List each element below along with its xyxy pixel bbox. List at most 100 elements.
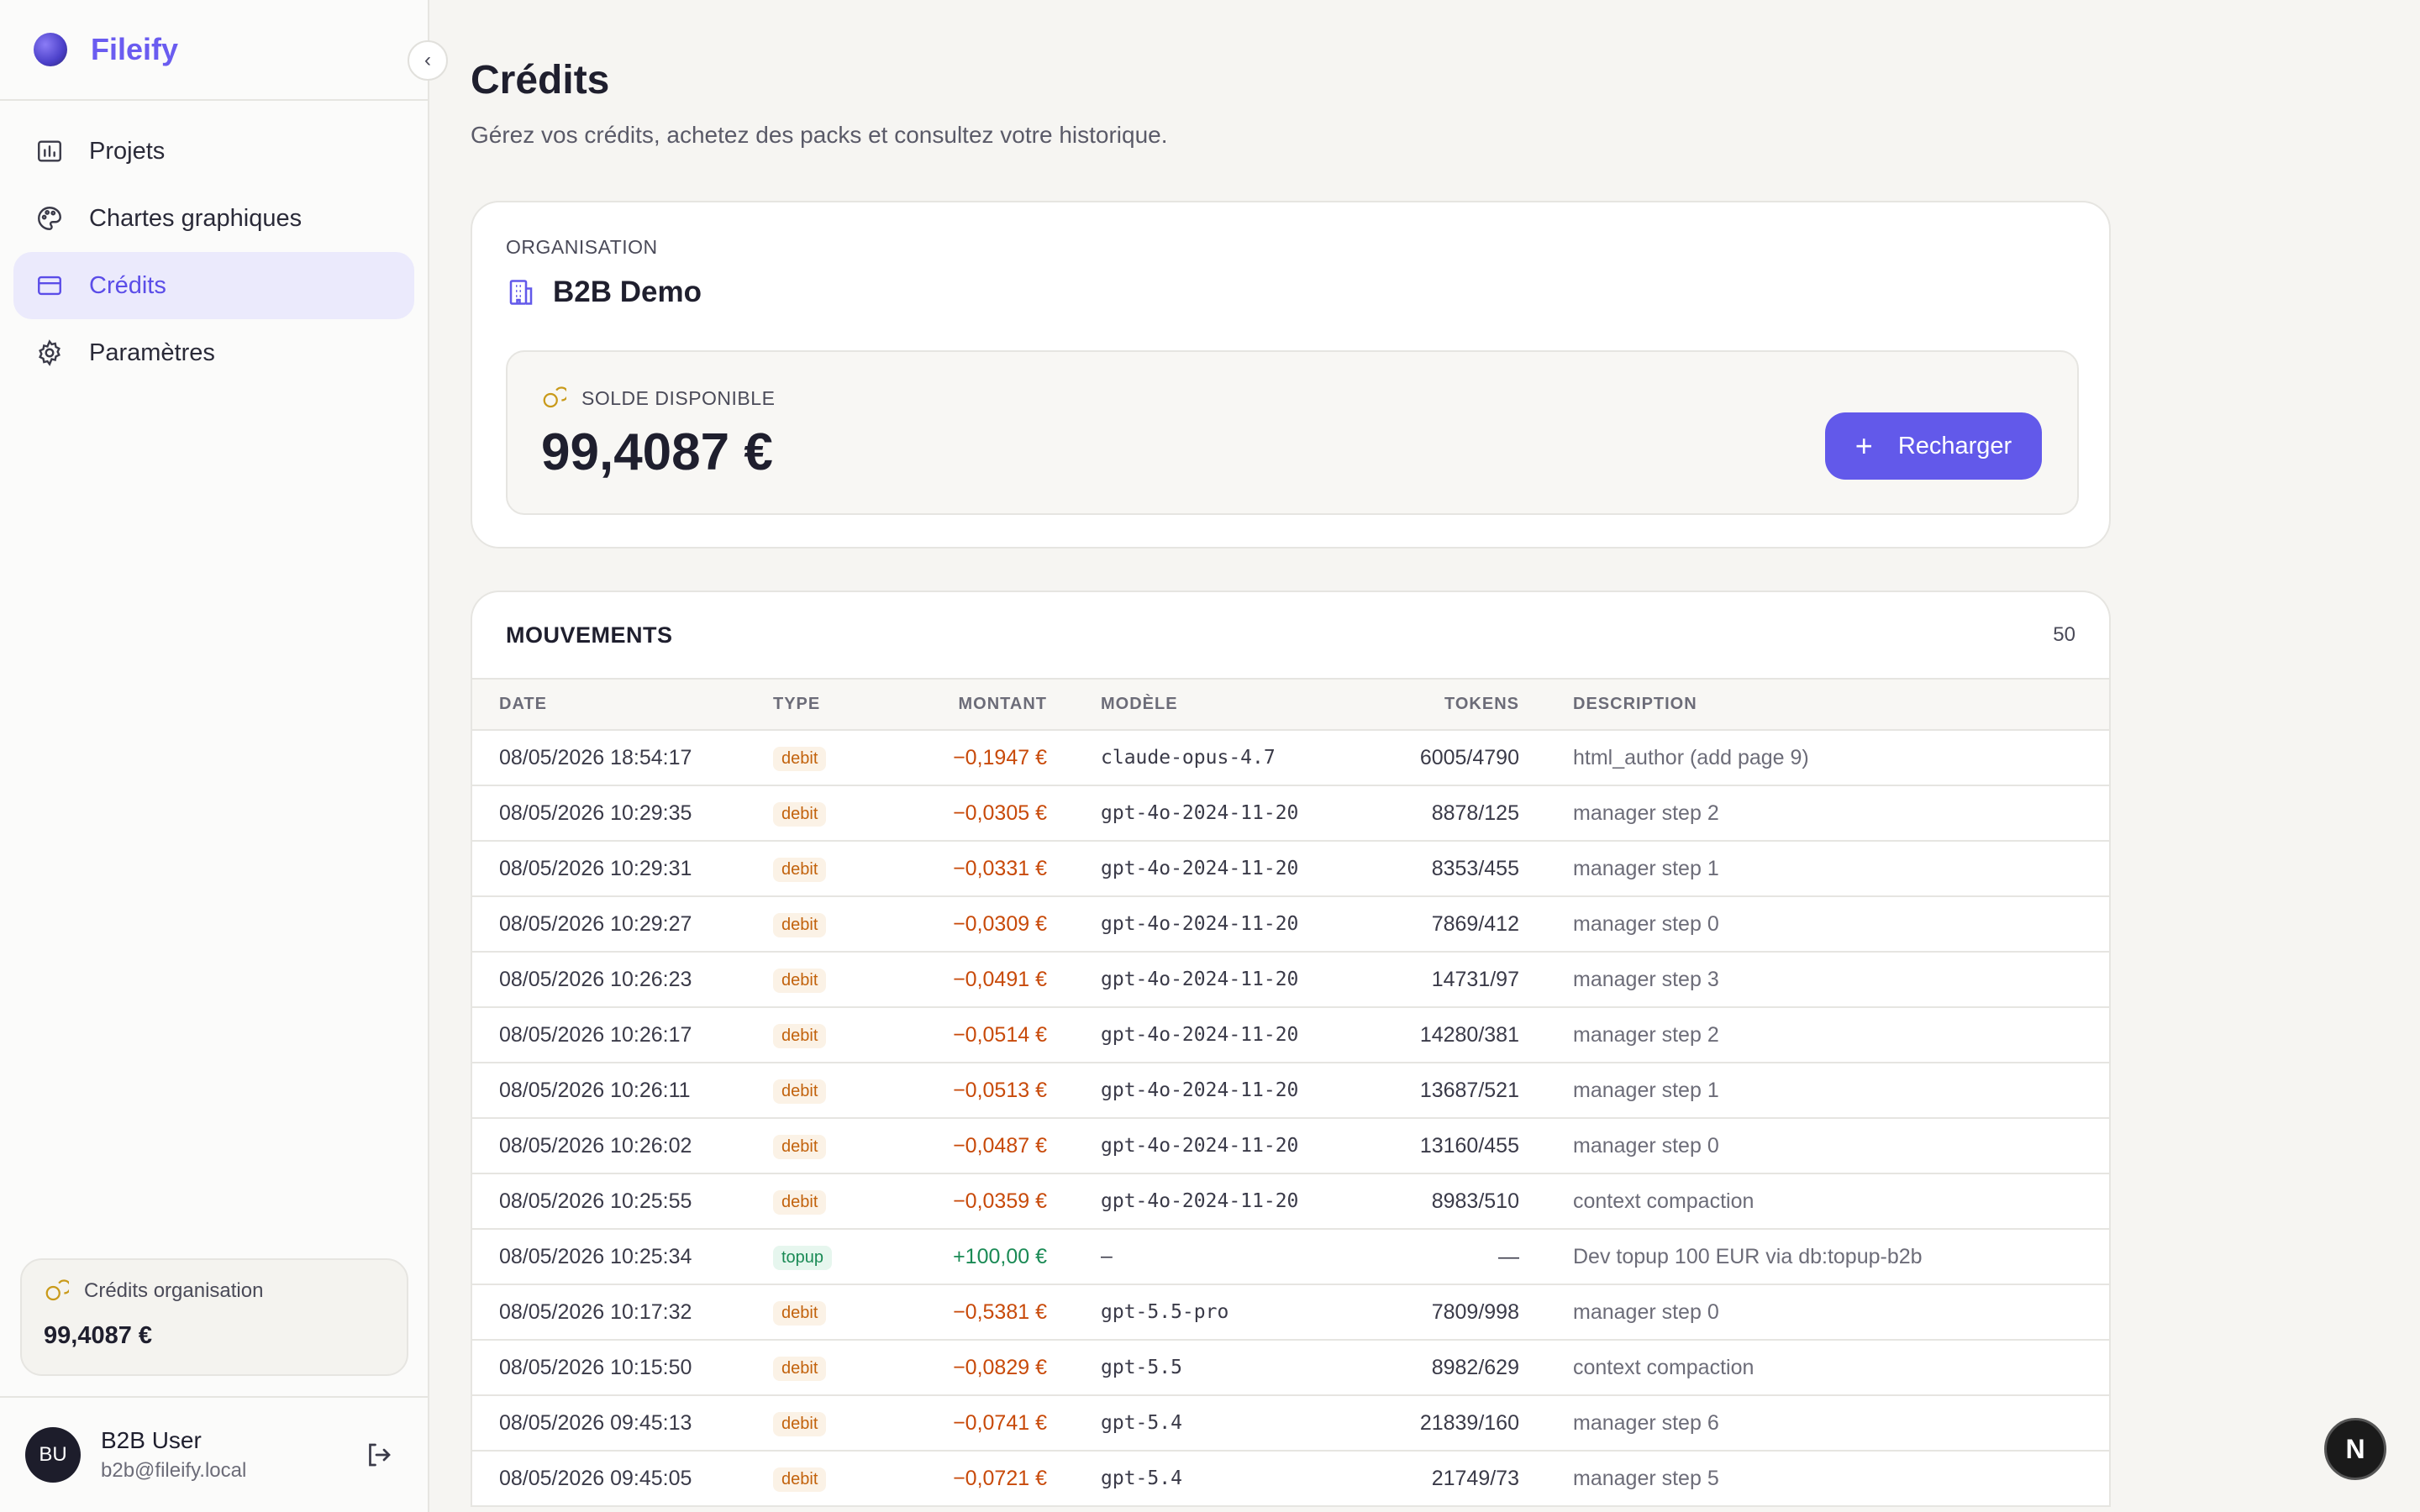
cell-model: gpt-5.5 (1047, 1340, 1324, 1396)
logout-icon[interactable] (364, 1440, 394, 1470)
cell-date: 08/05/2026 18:54:17 (472, 730, 773, 786)
cell-amount: −0,0359 € (908, 1173, 1047, 1230)
recharge-label: Recharger (1897, 432, 2012, 459)
cell-model: gpt-4o-2024-11-20 (1047, 1173, 1324, 1230)
cell-date: 08/05/2026 10:25:34 (472, 1229, 773, 1285)
movements-title: MOUVEMENTS (506, 622, 673, 648)
cell-model: claude-opus-4.7 (1047, 730, 1324, 786)
column-header-tokens: TOKENS (1324, 680, 1519, 731)
table-row: 08/05/2026 10:29:35 debit −0,0305 € gpt-4o-… (472, 785, 2109, 842)
cell-amount: −0,0305 € (908, 785, 1047, 842)
cell-tokens: 8878/125 (1324, 785, 1519, 842)
cell-model: gpt-4o-2024-11-20 (1047, 1007, 1324, 1063)
type-badge: debit (773, 1189, 827, 1215)
cell-amount: −0,0513 € (908, 1063, 1047, 1119)
cell-tokens: 6005/4790 (1324, 730, 1519, 786)
organisation-card: ORGANISATION B2B Demo SOLDE DISPONIBLE 9… (471, 201, 2111, 549)
cell-date: 08/05/2026 10:29:31 (472, 841, 773, 897)
cell-date: 08/05/2026 09:45:13 (472, 1395, 773, 1452)
type-badge: debit (773, 1023, 827, 1048)
cell-date: 08/05/2026 10:17:32 (472, 1284, 773, 1341)
table-row: 08/05/2026 10:26:17 debit −0,0514 € gpt-4o-… (472, 1007, 2109, 1063)
cell-amount: +100,00 € (908, 1229, 1047, 1285)
cell-description: manager step 5 (1519, 1451, 2109, 1507)
cell-date: 08/05/2026 10:15:50 (472, 1340, 773, 1396)
recharge-button[interactable]: + Recharger (1825, 412, 2042, 480)
balance-label: SOLDE DISPONIBLE (581, 386, 776, 409)
column-header-type: TYPE (773, 680, 908, 731)
movements-body: 08/05/2026 18:54:17 debit −0,1947 € claude-… (472, 730, 2109, 1507)
type-badge: debit (773, 1411, 827, 1436)
cell-tokens: 7809/998 (1324, 1284, 1519, 1341)
cell-date: 08/05/2026 10:26:23 (472, 952, 773, 1008)
movements-count: 50 (2053, 623, 2075, 646)
table-row: 08/05/2026 10:25:34 topup +100,00 € — — Dev t… (472, 1229, 2109, 1285)
type-badge: debit (773, 968, 827, 993)
balance-value: 99,4087 € (541, 423, 773, 481)
type-badge: debit (773, 1079, 827, 1104)
credit-card-icon (35, 271, 64, 300)
org-credits-card: Crédits organisation 99,4087 € (20, 1258, 408, 1376)
cell-model: — (1047, 1229, 1324, 1285)
cell-model: gpt-5.4 (1047, 1451, 1324, 1507)
cell-tokens: 21749/73 (1324, 1451, 1519, 1507)
sidebar-item-label: Crédits (89, 271, 166, 299)
sidebar-item-chartes[interactable]: Chartes graphiques (13, 185, 414, 252)
cell-amount: −0,0491 € (908, 952, 1047, 1008)
table-row: 08/05/2026 10:26:23 debit −0,0491 € gpt-4o-… (472, 952, 2109, 1008)
nextjs-dev-button[interactable]: N (2324, 1418, 2386, 1480)
cell-date: 08/05/2026 10:29:35 (472, 785, 773, 842)
chevron-left-icon: ‹ (424, 49, 431, 71)
type-badge: debit (773, 857, 827, 882)
avatar[interactable]: BU (25, 1427, 81, 1483)
sidebar-item-projets[interactable]: Projets (13, 118, 414, 185)
type-badge: debit (773, 1134, 827, 1159)
coins-icon (45, 1279, 69, 1301)
cell-model: gpt-4o-2024-11-20 (1047, 896, 1324, 953)
type-badge: debit (773, 1467, 827, 1492)
cell-tokens: 7869/412 (1324, 896, 1519, 953)
column-header-montant: MONTANT (908, 680, 1047, 731)
page-title: Crédits (471, 58, 610, 102)
cell-date: 08/05/2026 10:29:27 (472, 896, 773, 953)
cell-tokens: 21839/160 (1324, 1395, 1519, 1452)
column-header-description: DESCRIPTION (1519, 680, 2109, 731)
type-badge: debit (773, 912, 827, 937)
collapse-sidebar-button[interactable]: ‹ (408, 40, 448, 81)
table-row: 08/05/2026 10:26:02 debit −0,0487 € gpt-4o-… (472, 1118, 2109, 1174)
table-row: 08/05/2026 10:26:11 debit −0,0513 € gpt-4o-… (472, 1063, 2109, 1119)
cell-model: gpt-4o-2024-11-20 (1047, 952, 1324, 1008)
fileify-logo-icon (34, 33, 67, 66)
org-credits-value: 99,4087 € (44, 1322, 153, 1349)
type-badge: debit (773, 801, 827, 827)
cell-description: html_author (add page 9) (1519, 730, 2109, 786)
cell-amount: −0,0514 € (908, 1007, 1047, 1063)
cell-description: manager step 1 (1519, 1063, 2109, 1119)
cell-tokens: 13160/455 (1324, 1118, 1519, 1174)
type-badge: debit (773, 1356, 827, 1381)
type-badge: debit (773, 746, 827, 771)
table-row: 08/05/2026 10:25:55 debit −0,0359 € gpt-4o-… (472, 1173, 2109, 1230)
brand-name[interactable]: Fileify (91, 32, 178, 67)
cell-description: Dev topup 100 EUR via db:topup-b2b (1519, 1229, 2109, 1285)
cell-amount: −0,0721 € (908, 1451, 1047, 1507)
brand: Fileify ‹ (0, 0, 448, 101)
cell-description: manager step 2 (1519, 1007, 2109, 1063)
organisation-name: B2B Demo (553, 276, 702, 308)
cell-description: manager step 2 (1519, 785, 2109, 842)
cell-amount: −0,1947 € (908, 730, 1047, 786)
cell-tokens: 14280/381 (1324, 1007, 1519, 1063)
table-row: 08/05/2026 09:45:05 debit −0,0721 € gpt-5.4… (472, 1451, 2109, 1507)
movements-card: MOUVEMENTS 50 DATE TYPE MONTANT MODÈLE T… (471, 591, 2111, 1507)
sidebar-item-label: Projets (89, 137, 166, 165)
table-row: 08/05/2026 10:29:27 debit −0,0309 € gpt-4o-… (472, 896, 2109, 953)
user-email: b2b@fileify.local (101, 1459, 247, 1482)
sidebar-item-parametres[interactable]: Paramètres (13, 319, 414, 386)
sidebar-item-credits[interactable]: Crédits (13, 252, 414, 319)
column-header-date: DATE (472, 680, 773, 731)
table-row: 08/05/2026 10:29:31 debit −0,0331 € gpt-4o-… (472, 841, 2109, 897)
cell-tokens: — (1324, 1229, 1519, 1285)
sidebar-nav: Projets Chartes graphiques Crédits Param… (0, 101, 428, 403)
sidebar-item-label: Paramètres (89, 339, 215, 366)
type-badge: debit (773, 1300, 827, 1326)
